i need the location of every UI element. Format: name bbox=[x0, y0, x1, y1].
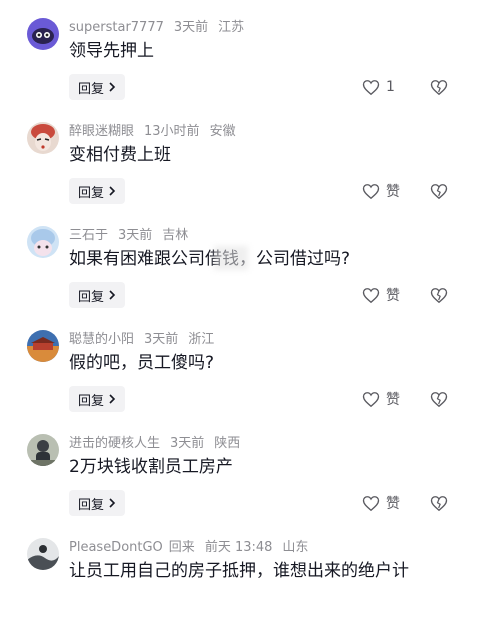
avatar-image-icon bbox=[27, 18, 59, 50]
reply-button[interactable]: 回复 bbox=[69, 178, 125, 204]
reply-label: 回复 bbox=[77, 185, 104, 201]
comment-item: 进击的硬核人生 3天前 陕西 2万块钱收割员工房产 回复 赞 bbox=[0, 434, 490, 538]
broken-heart-icon bbox=[430, 287, 448, 303]
comment-meta: 三石于 3天前 吉林 bbox=[69, 228, 198, 244]
heart-icon bbox=[362, 287, 380, 303]
comment-location: 吉林 bbox=[162, 228, 189, 243]
comment-location: 陕西 bbox=[214, 436, 241, 451]
heart-icon bbox=[362, 495, 380, 511]
dislike-button[interactable] bbox=[429, 76, 449, 98]
reply-button[interactable]: 回复 bbox=[69, 74, 125, 100]
comment-text: 假的吧，员工傻吗? bbox=[69, 353, 215, 373]
username[interactable]: PleaseDontGO bbox=[69, 540, 163, 555]
dislike-button[interactable] bbox=[429, 492, 449, 514]
dislike-button[interactable] bbox=[429, 284, 449, 306]
comment-item: 三石于 3天前 吉林 如果有困难跟公司借钱，公司借过吗? 回复 赞 bbox=[0, 226, 490, 330]
comment-text: 2万块钱收割员工房产 bbox=[69, 457, 233, 477]
comment-location: 山东 bbox=[282, 540, 309, 555]
heart-icon bbox=[362, 183, 380, 199]
broken-heart-icon bbox=[430, 79, 448, 95]
chevron-right-icon bbox=[109, 290, 116, 300]
avatar[interactable] bbox=[27, 226, 59, 258]
avatar-image-icon bbox=[27, 538, 59, 570]
username[interactable]: 醉眼迷糊眼 bbox=[69, 124, 134, 139]
comment-time: 13小时前 bbox=[144, 124, 200, 139]
comment-meta: 聪慧的小阳 3天前 浙江 bbox=[69, 332, 224, 348]
avatar-image-icon bbox=[27, 434, 59, 466]
comment-meta: 醉眼迷糊眼 13小时前 安徽 bbox=[69, 124, 246, 140]
reply-label: 回复 bbox=[77, 497, 104, 513]
like-button[interactable]: 赞 bbox=[362, 180, 400, 202]
username[interactable]: 聪慧的小阳 bbox=[69, 332, 134, 347]
reply-label: 回复 bbox=[77, 393, 104, 409]
like-button[interactable]: 1 bbox=[362, 76, 395, 98]
comment-text: 变相付费上班 bbox=[69, 145, 171, 165]
comment-meta: PleaseDontGO 回来 前天 13:48 山东 bbox=[69, 540, 318, 556]
comment-location: 浙江 bbox=[188, 332, 215, 347]
avatar-image-icon bbox=[27, 226, 59, 258]
reply-button[interactable]: 回复 bbox=[69, 490, 125, 516]
heart-icon bbox=[362, 391, 380, 407]
comment-time: 前天 13:48 bbox=[204, 540, 273, 555]
like-count: 赞 bbox=[386, 496, 400, 512]
chevron-right-icon bbox=[109, 82, 116, 92]
like-count: 赞 bbox=[386, 288, 400, 304]
reply-label: 回复 bbox=[77, 81, 104, 97]
comment-time: 3天前 bbox=[173, 20, 209, 35]
avatar[interactable] bbox=[27, 330, 59, 362]
broken-heart-icon bbox=[430, 183, 448, 199]
username[interactable]: superstar7777 bbox=[69, 20, 164, 35]
comment-item: PleaseDontGO 回来 前天 13:48 山东 让员工用自己的房子抵押，谁想出… bbox=[0, 538, 490, 642]
avatar[interactable] bbox=[27, 538, 59, 570]
reply-button[interactable]: 回复 bbox=[69, 282, 125, 308]
avatar-image-icon bbox=[27, 330, 59, 362]
dislike-button[interactable] bbox=[429, 180, 449, 202]
comment-item: 醉眼迷糊眼 13小时前 安徽 变相付费上班 回复 赞 bbox=[0, 122, 490, 226]
comment-text: 领导先押上 bbox=[69, 41, 154, 61]
reply-button[interactable]: 回复 bbox=[69, 386, 125, 412]
chevron-right-icon bbox=[109, 394, 116, 404]
avatar[interactable] bbox=[27, 18, 59, 50]
avatar[interactable] bbox=[27, 434, 59, 466]
comment-item: superstar7777 3天前 江苏 领导先押上 回复 1 bbox=[0, 18, 490, 122]
broken-heart-icon bbox=[430, 391, 448, 407]
comment-meta: 进击的硬核人生 3天前 陕西 bbox=[69, 436, 250, 452]
like-button[interactable]: 赞 bbox=[362, 492, 400, 514]
like-count: 赞 bbox=[386, 184, 400, 200]
comment-time: 3天前 bbox=[170, 436, 205, 451]
like-button[interactable]: 赞 bbox=[362, 284, 400, 306]
username[interactable]: 三石于 bbox=[69, 228, 108, 243]
comment-meta: superstar7777 3天前 江苏 bbox=[69, 20, 254, 36]
avatar-image-icon bbox=[27, 122, 59, 154]
broken-heart-icon bbox=[430, 495, 448, 511]
comment-location: 安徽 bbox=[209, 124, 236, 139]
reply-tag: 回来 bbox=[168, 540, 195, 555]
like-count: 赞 bbox=[386, 392, 400, 408]
comment-item: 聪慧的小阳 3天前 浙江 假的吧，员工傻吗? 回复 赞 bbox=[0, 330, 490, 434]
avatar[interactable] bbox=[27, 122, 59, 154]
comment-time: 3天前 bbox=[144, 332, 179, 347]
reply-label: 回复 bbox=[77, 289, 104, 305]
heart-icon bbox=[362, 79, 380, 95]
blur-overlay bbox=[214, 246, 248, 270]
dislike-button[interactable] bbox=[429, 388, 449, 410]
comment-text: 如果有困难跟公司借钱，公司借过吗? bbox=[69, 249, 351, 269]
comment-time: 3天前 bbox=[118, 228, 153, 243]
like-button[interactable]: 赞 bbox=[362, 388, 400, 410]
chevron-right-icon bbox=[109, 186, 116, 196]
like-count: 1 bbox=[386, 79, 395, 95]
chevron-right-icon bbox=[109, 498, 116, 508]
comment-text: 让员工用自己的房子抵押，谁想出来的绝户计 bbox=[69, 561, 409, 581]
username[interactable]: 进击的硬核人生 bbox=[69, 436, 160, 451]
comment-location: 江苏 bbox=[218, 20, 245, 35]
